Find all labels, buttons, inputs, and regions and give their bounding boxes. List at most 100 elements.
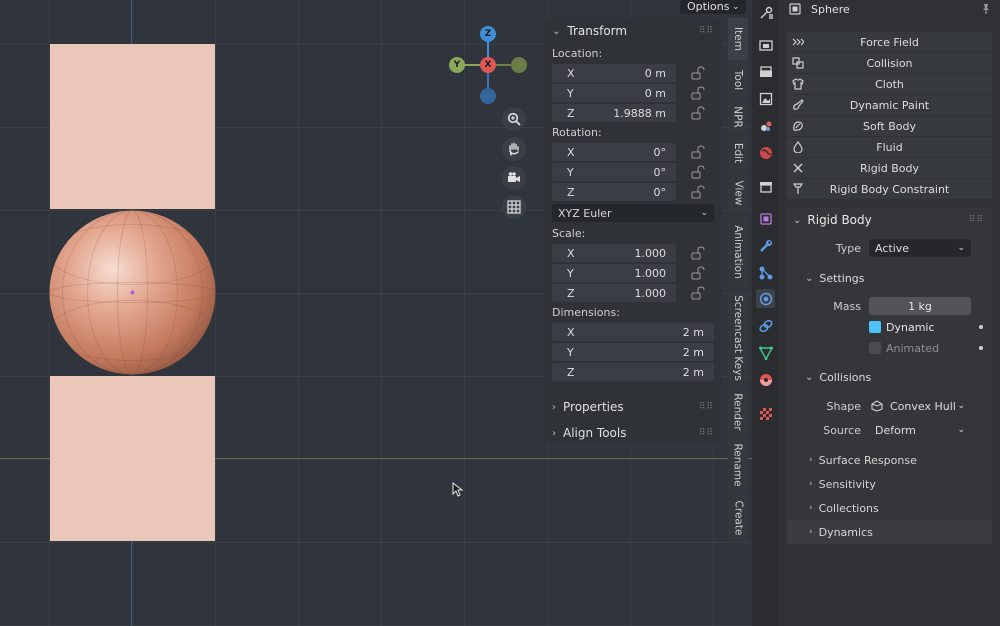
cloth-button[interactable]: Cloth bbox=[787, 74, 992, 94]
lock-icon[interactable] bbox=[690, 286, 706, 300]
object-properties-icon[interactable] bbox=[756, 209, 775, 228]
transform-panel-header[interactable]: ⌄ Transform ⠿⠿ bbox=[544, 18, 722, 44]
location-y-field[interactable]: Y0 m bbox=[552, 84, 676, 102]
rotation-mode-select[interactable]: XYZ Euler ⌄ bbox=[552, 204, 714, 222]
3d-viewport[interactable]: Z Y X Options ⌄ ⌄ Transform ⠿⠿ Location:… bbox=[0, 0, 752, 626]
gizmo-x-axis[interactable]: X bbox=[480, 57, 496, 73]
tool-settings-icon[interactable] bbox=[756, 3, 775, 22]
tab-view[interactable]: View bbox=[728, 172, 748, 214]
location-z-field[interactable]: Z 1.9888 m bbox=[552, 104, 676, 122]
tab-animation[interactable]: Animation bbox=[728, 216, 748, 288]
view-layer-icon[interactable] bbox=[756, 89, 775, 108]
lock-icon[interactable] bbox=[690, 66, 706, 80]
chevron-right-icon: › bbox=[809, 527, 813, 537]
drag-grip-icon[interactable]: ⠿⠿ bbox=[699, 402, 714, 412]
dimensions-x-field[interactable]: X2 m bbox=[552, 323, 714, 341]
tab-render[interactable]: Render bbox=[728, 388, 748, 436]
collection-properties-icon[interactable] bbox=[756, 177, 775, 196]
pin-icon[interactable] bbox=[980, 3, 992, 15]
gizmo-neg-y-axis[interactable] bbox=[511, 57, 527, 73]
collisions-subpanel-header[interactable]: ⌄ Collisions bbox=[787, 365, 992, 389]
force-field-button[interactable]: Force Field bbox=[787, 32, 992, 52]
dimensions-y-field[interactable]: Y2 m bbox=[552, 343, 714, 361]
texture-properties-icon[interactable] bbox=[756, 404, 775, 423]
collision-button[interactable]: Collision bbox=[787, 53, 992, 73]
mass-field[interactable]: 1 kg bbox=[869, 297, 971, 315]
gizmo-z-axis[interactable]: Z bbox=[480, 26, 496, 42]
rotation-z-field[interactable]: Z 0° bbox=[552, 183, 676, 201]
tab-npr[interactable]: NPR bbox=[728, 100, 748, 134]
camera-view-icon[interactable] bbox=[502, 166, 526, 190]
properties-subpanel-header[interactable]: › Properties ⠿⠿ bbox=[544, 394, 722, 420]
physics-properties-icon[interactable] bbox=[756, 289, 775, 308]
drag-grip-icon[interactable]: ⠿⠿ bbox=[699, 26, 714, 36]
rigid-body-constraint-button[interactable]: Rigid Body Constraint bbox=[787, 179, 992, 199]
lock-icon[interactable] bbox=[690, 165, 706, 179]
rotation-y-row: Y 0° bbox=[552, 162, 722, 182]
orthographic-grid-icon[interactable] bbox=[502, 195, 526, 219]
zoom-icon[interactable] bbox=[502, 107, 526, 131]
align-tools-subpanel-header[interactable]: › Align Tools ⠿⠿ bbox=[544, 420, 722, 444]
scale-x-field[interactable]: X 1.000 bbox=[552, 244, 676, 262]
render-properties-icon[interactable] bbox=[756, 35, 775, 54]
modifier-wrench-icon[interactable] bbox=[756, 236, 775, 255]
pan-hand-icon[interactable] bbox=[502, 137, 526, 161]
lock-icon[interactable] bbox=[690, 185, 706, 199]
close-x-icon[interactable] bbox=[787, 163, 809, 173]
dynamic-checkbox[interactable] bbox=[869, 321, 881, 333]
dynamic-paint-button[interactable]: Dynamic Paint bbox=[787, 95, 992, 115]
rigid-body-button[interactable]: Rigid Body bbox=[787, 158, 992, 178]
cube-object-top[interactable] bbox=[50, 44, 215, 209]
settings-subpanel-header[interactable]: ⌄ Settings bbox=[787, 266, 992, 290]
keyframe-dot-icon[interactable] bbox=[979, 346, 983, 350]
particles-icon[interactable] bbox=[756, 263, 775, 282]
soft-body-button[interactable]: Soft Body bbox=[787, 116, 992, 136]
animated-checkbox-row[interactable]: Animated bbox=[869, 339, 939, 357]
material-properties-icon[interactable] bbox=[756, 370, 775, 389]
tab-item[interactable]: Item bbox=[728, 18, 748, 60]
collections-subpanel[interactable]: › Collections bbox=[787, 496, 992, 520]
sphere-object[interactable] bbox=[48, 209, 217, 376]
cube-object-bottom[interactable] bbox=[50, 376, 215, 541]
type-select[interactable]: Active ⌄ bbox=[869, 239, 971, 257]
dynamics-subpanel[interactable]: › Dynamics bbox=[787, 520, 992, 544]
lock-icon[interactable] bbox=[690, 106, 706, 120]
rotation-y-field[interactable]: Y 0° bbox=[552, 163, 676, 181]
lock-icon[interactable] bbox=[690, 145, 706, 159]
output-properties-icon[interactable] bbox=[756, 62, 775, 81]
gizmo-neg-z-axis[interactable] bbox=[480, 88, 496, 104]
dynamic-checkbox-row[interactable]: Dynamic bbox=[869, 318, 935, 336]
scale-y-field[interactable]: Y 1.000 bbox=[552, 264, 676, 282]
tab-create[interactable]: Create bbox=[728, 494, 748, 542]
source-select[interactable]: Deform ⌄ bbox=[869, 421, 971, 439]
fluid-button[interactable]: Fluid bbox=[787, 137, 992, 157]
keyframe-dot-icon[interactable] bbox=[979, 325, 983, 329]
animated-checkbox[interactable] bbox=[869, 342, 881, 354]
shape-select[interactable]: Convex Hull ⌄ bbox=[869, 397, 971, 415]
options-dropdown[interactable]: Options ⌄ bbox=[680, 0, 746, 14]
rotation-x-field[interactable]: X 0° bbox=[552, 143, 676, 161]
scene-properties-icon[interactable] bbox=[756, 116, 775, 135]
navigation-gizmo[interactable]: Z Y X bbox=[446, 24, 530, 106]
drag-grip-icon[interactable]: ⠿⠿ bbox=[969, 215, 984, 225]
cloth-shirt-icon bbox=[787, 78, 809, 90]
scale-z-field[interactable]: Z 1.000 bbox=[552, 284, 676, 302]
lock-icon[interactable] bbox=[690, 86, 706, 100]
location-x-field[interactable]: X0 m bbox=[552, 64, 676, 82]
sensitivity-subpanel[interactable]: › Sensitivity bbox=[787, 472, 992, 496]
dimensions-z-field[interactable]: Z2 m bbox=[552, 363, 714, 381]
rotation-mode-value: XYZ Euler bbox=[558, 206, 612, 220]
tab-edit[interactable]: Edit bbox=[728, 136, 748, 170]
lock-icon[interactable] bbox=[690, 266, 706, 280]
constraints-icon[interactable] bbox=[756, 316, 775, 335]
object-data-icon[interactable] bbox=[756, 343, 775, 362]
surface-response-subpanel[interactable]: › Surface Response bbox=[787, 448, 992, 472]
world-properties-icon[interactable] bbox=[756, 143, 775, 162]
tab-screencast-keys[interactable]: Screencast Keys bbox=[728, 290, 748, 386]
gizmo-y-axis[interactable]: Y bbox=[449, 57, 465, 73]
rigid-body-panel-header[interactable]: ⌄ Rigid Body ⠿⠿ bbox=[787, 208, 992, 232]
lock-icon[interactable] bbox=[690, 246, 706, 260]
tab-tool[interactable]: Tool bbox=[728, 62, 748, 98]
drag-grip-icon[interactable]: ⠿⠿ bbox=[699, 428, 714, 438]
tab-rename[interactable]: Rename bbox=[728, 438, 748, 492]
